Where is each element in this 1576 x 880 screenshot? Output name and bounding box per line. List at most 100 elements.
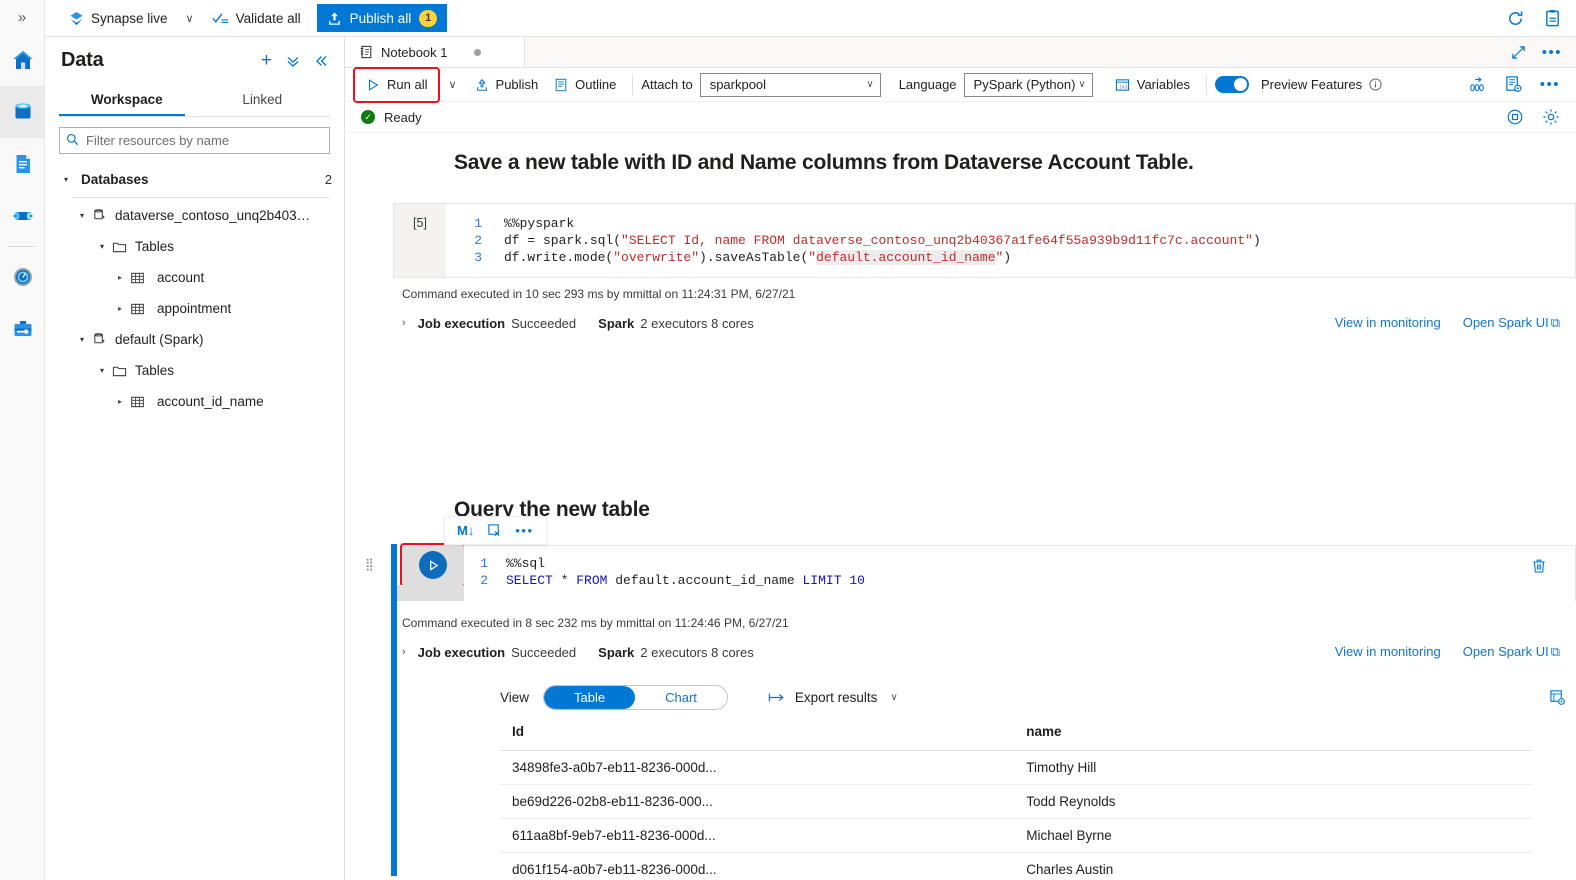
folder-icon (109, 364, 129, 378)
synapse-live-chevron-down-icon[interactable]: ∨ (176, 12, 204, 25)
tree-item-label: default (Spark) (115, 332, 204, 347)
job-execution-label: Job execution (417, 315, 506, 331)
results-settings-icon[interactable] (1549, 689, 1576, 706)
tree-item-dataverse-db[interactable]: ▾ dataverse_contoso_unq2b40367a1f... (45, 200, 344, 231)
language-select[interactable]: PySpark (Python) ∨ (963, 72, 1093, 97)
tab-workspace[interactable]: Workspace (59, 86, 195, 116)
notebook-status-actions (1506, 108, 1560, 126)
publish-all-button[interactable]: Publish all 1 (316, 4, 448, 32)
tree-item-account[interactable]: ▸ account (45, 262, 344, 293)
synapse-live-button[interactable]: Synapse live (61, 4, 176, 32)
rail-item-data[interactable] (0, 86, 45, 138)
run-all-chevron-down-icon[interactable]: ∨ (438, 78, 466, 91)
tree-group-databases[interactable]: ▾ Databases 2 (45, 164, 344, 195)
data-panel-actions: + (261, 51, 328, 70)
outline-button[interactable]: Outline (546, 72, 624, 98)
tree-item-appointment[interactable]: ▸ appointment (45, 293, 344, 324)
clear-output-icon[interactable] (487, 523, 502, 538)
results-view-chart[interactable]: Chart (635, 686, 727, 709)
info-icon[interactable] (1369, 78, 1382, 91)
tab-linked[interactable]: Linked (195, 86, 331, 116)
notebook-more-icon[interactable]: ••• (1542, 44, 1562, 61)
expand-job-caret-icon[interactable]: › (402, 646, 406, 658)
data-panel-header: Data + (45, 37, 344, 78)
table-row[interactable]: 34898fe3-a0b7-eb11-8236-000d... Timothy … (500, 750, 1532, 785)
notebook-tabstrip: Notebook 1 ••• (345, 37, 1576, 68)
database-icon (11, 100, 35, 124)
expand-icon[interactable] (1511, 45, 1526, 60)
svg-text:(x): (x) (1119, 84, 1128, 90)
results-column-header[interactable]: name (1018, 715, 1532, 751)
stop-session-icon[interactable] (1506, 108, 1524, 126)
tree-item-account-id-name[interactable]: ▸ account_id_name (45, 386, 344, 417)
preview-features-toggle[interactable] (1214, 76, 1249, 93)
open-spark-ui-link[interactable]: Open Spark UI ⧉ (1463, 315, 1560, 331)
expand-job-caret-icon[interactable]: › (402, 317, 406, 329)
caret-down-icon: ▾ (79, 335, 84, 344)
rail-divider (8, 246, 36, 247)
session-config-icon[interactable] (1504, 75, 1523, 94)
tabs-underline (59, 116, 330, 117)
search-input[interactable] (59, 127, 330, 154)
synapse-live-label: Synapse live (91, 10, 168, 26)
tree-item-tables-dataverse[interactable]: ▾ Tables (45, 231, 344, 262)
convert-to-markdown-icon[interactable]: M↓ (457, 523, 474, 538)
cell-name: Timothy Hill (1018, 750, 1532, 785)
cell-1-markdown[interactable]: Save a new table with ID and Name column… (345, 133, 1576, 175)
refresh-icon[interactable] (1506, 9, 1525, 28)
view-in-monitoring-link[interactable]: View in monitoring (1335, 644, 1441, 660)
cell-2-code-editor[interactable]: 1 %%sql 2 SELECT * FROM default.account_… (464, 545, 1576, 601)
drag-handle-icon[interactable]: ⣿ (365, 558, 376, 570)
external-link-icon: ⧉ (1550, 644, 1560, 659)
attach-to-select[interactable]: sparkpool ∨ (699, 72, 881, 97)
hide-panel-button[interactable] (314, 54, 328, 68)
open-spark-ui-link[interactable]: Open Spark UI ⧉ (1463, 644, 1560, 660)
cell-1-code-editor[interactable]: [5] 1 %%pyspark 2 df = spark.sql("SELECT… (393, 203, 1576, 278)
delete-cell-icon[interactable] (1531, 558, 1547, 574)
notebook-tabstrip-actions: ••• (1511, 37, 1576, 67)
rail-item-manage[interactable] (0, 303, 45, 355)
results-toolbar: View Table Chart Export results ∨ (444, 679, 1576, 715)
table-row[interactable]: d061f154-a0b7-eb11-8236-000d... Charles … (500, 852, 1532, 876)
add-resource-button[interactable]: + (261, 51, 272, 70)
cell-1-exec-count: [5] (394, 204, 446, 277)
variables-icon: (x) (1115, 78, 1130, 92)
table-row[interactable]: be69d226-02b8-eb11-8236-000... Todd Reyn… (500, 784, 1532, 819)
tree-item-tables-default[interactable]: ▾ Tables (45, 355, 344, 386)
results-view-table[interactable]: Table (544, 685, 636, 709)
unsaved-changes-dot (473, 48, 481, 56)
cell-2-gutter-fill (397, 585, 464, 601)
export-results-button[interactable]: Export results ∨ (768, 690, 898, 705)
gear-icon[interactable] (1542, 108, 1560, 126)
add-to-pipeline-icon[interactable] (1467, 76, 1487, 94)
rail-expand-button[interactable]: » (0, 0, 44, 34)
table-row[interactable]: 611aa8bf-9eb7-eb11-8236-000d... Michael … (500, 818, 1532, 853)
export-icon (768, 691, 786, 704)
cell-2-run-button[interactable] (400, 543, 466, 587)
view-in-monitoring-link[interactable]: View in monitoring (1335, 315, 1441, 331)
feedback-icon[interactable] (1543, 9, 1562, 28)
run-all-button[interactable]: Run all (358, 72, 435, 98)
caret-right-icon: ▸ (117, 273, 122, 282)
publish-button[interactable]: Publish (467, 72, 547, 98)
notebook-toolbar-more-icon[interactable]: ••• (1540, 76, 1560, 93)
chevron-down-icon: ∨ (866, 79, 874, 90)
results-column-header[interactable]: Id (500, 715, 1019, 751)
status-text: Ready (384, 109, 422, 125)
tree-item-default-spark-db[interactable]: ▾ default (Spark) (45, 324, 344, 355)
toolbar-divider (632, 74, 634, 95)
rail-item-integrate[interactable] (0, 190, 45, 242)
cell-1-exec-meta: Command executed in 10 sec 293 ms by mmi… (402, 287, 796, 301)
tab-notebook-1[interactable]: Notebook 1 (345, 37, 525, 67)
rail-item-monitor[interactable] (0, 251, 45, 303)
variables-button[interactable]: (x) Variables (1107, 72, 1198, 98)
cell-more-icon[interactable]: ••• (515, 523, 533, 538)
chevron-down-icon: ∨ (890, 691, 898, 703)
rail-item-home[interactable] (0, 34, 45, 86)
code-line: 2 df = spark.sql("SELECT Id, name FROM d… (446, 232, 1575, 249)
results-table-header: Id name (500, 715, 1532, 751)
validate-all-button[interactable]: Validate all (204, 4, 309, 32)
rail-item-develop[interactable] (0, 138, 45, 190)
collapse-all-button[interactable] (286, 54, 300, 68)
status-success-icon: ✓ (361, 110, 375, 124)
